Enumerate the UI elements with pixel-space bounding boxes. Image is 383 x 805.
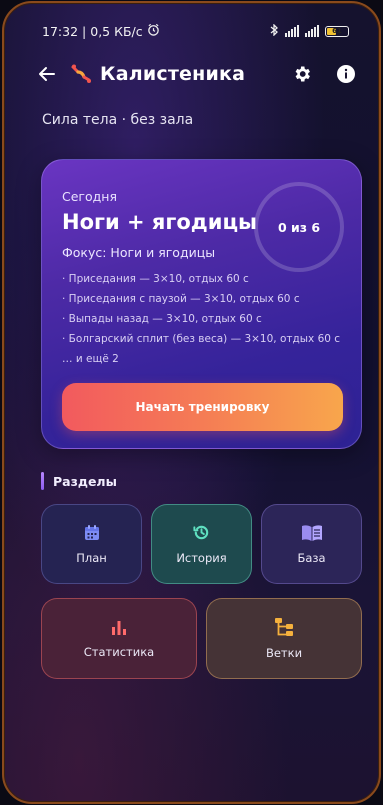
branches-tile[interactable]: Ветки (206, 598, 362, 679)
bluetooth-icon (270, 22, 279, 39)
progress-ring: 0 из 6 (254, 182, 344, 272)
app-title: Калистеника (100, 63, 246, 85)
today-workout-card[interactable]: Сегодня Ноги + ягодицы Фокус: Ноги и яго… (41, 159, 362, 449)
start-workout-button[interactable]: Начать тренировку (62, 383, 343, 431)
info-icon (337, 65, 355, 83)
base-tile[interactable]: База (261, 504, 362, 584)
status-time: 17:32 (42, 23, 79, 39)
back-button[interactable] (34, 61, 60, 87)
statistics-tile[interactable]: Статистика (41, 598, 197, 679)
page-subtitle: Сила тела · без зала (42, 112, 194, 128)
battery-icon: 61 (325, 25, 349, 37)
info-button[interactable] (331, 59, 361, 89)
sections-title: Разделы (53, 473, 117, 489)
workout-name: Ноги + ягодицы (62, 210, 258, 234)
phone-screen: 17:32 | 0,5 КБ/с 61 Калистеника Сила тел… (2, 1, 381, 804)
workout-focus: Фокус: Ноги и ягодицы (62, 245, 216, 260)
signal-icon (285, 25, 299, 37)
battery-level: 61 (332, 27, 342, 35)
status-separator: | (82, 23, 87, 39)
plan-tile[interactable]: План (41, 504, 142, 584)
sections-header: Разделы (41, 472, 117, 490)
history-icon (193, 525, 209, 540)
progress-text: 0 из 6 (277, 219, 321, 235)
arrow-left-icon (39, 67, 55, 81)
exercise-item: · Приседания — 3×10, отдых 60 с (62, 273, 249, 285)
settings-button[interactable] (287, 59, 317, 89)
more-exercises: … и ещё 2 (62, 353, 119, 365)
exercise-item: · Болгарский сплит (без веса) — 3×10, от… (62, 333, 341, 345)
history-label: История (176, 551, 227, 565)
muscle-logo-icon (68, 61, 94, 87)
exercise-item: · Выпады назад — 3×10, отдых 60 с (62, 313, 262, 325)
section-accent-bar (41, 472, 44, 490)
branches-label: Ветки (265, 646, 303, 660)
book-icon (301, 524, 322, 541)
alarm-icon (147, 23, 160, 39)
calendar-icon (84, 524, 99, 540)
statistics-label: Статистика (83, 645, 155, 659)
base-label: База (297, 550, 326, 565)
gear-icon (295, 66, 310, 82)
status-net-speed: 0,5 КБ/с (90, 23, 143, 39)
tree-icon (275, 618, 293, 636)
plan-label: План (76, 550, 107, 565)
bar-chart-icon (112, 621, 126, 635)
app-bar: Калистеника (34, 59, 361, 89)
signal-4g-icon (305, 25, 319, 37)
exercise-item: · Приседания с паузой — 3×10, отдых 60 с (62, 293, 300, 305)
history-tile[interactable]: История (151, 504, 252, 584)
today-label: Сегодня (62, 189, 117, 204)
status-bar: 17:32 | 0,5 КБ/с 61 (42, 21, 349, 41)
